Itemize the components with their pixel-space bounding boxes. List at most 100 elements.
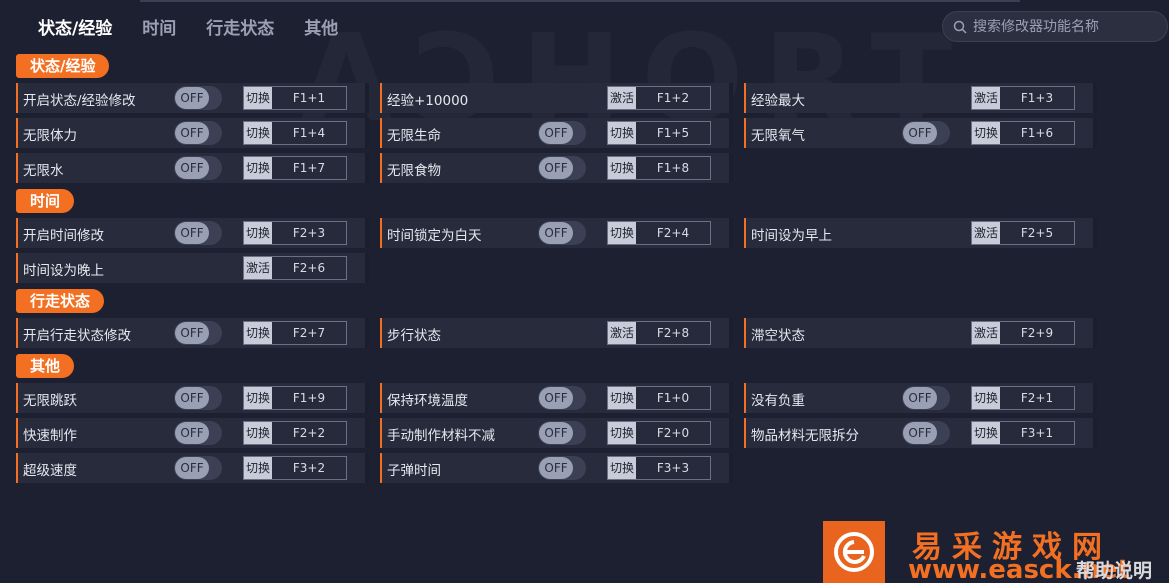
cheat-row: 无限跳跃 OFF 切换 F1+9 (16, 383, 369, 413)
cheat-row: 保持环境温度 OFF 切换 F1+0 (380, 383, 733, 413)
cheat-toggle[interactable]: OFF (174, 456, 222, 480)
cheat-toggle[interactable]: OFF (174, 156, 222, 180)
cheat-toggle[interactable]: OFF (538, 121, 586, 145)
cheat-row: 经验+10000 激活 F1+2 (380, 83, 733, 113)
cheat-toggle[interactable]: OFF (538, 456, 586, 480)
help-label[interactable]: 帮助说明 (1076, 556, 1152, 583)
cheat-row: 开启时间修改 OFF 切换 F2+3 (16, 218, 369, 248)
tab-walk-state[interactable]: 行走状态 (206, 14, 274, 39)
hotkey-field[interactable]: 激活 F1+3 (971, 86, 1075, 110)
hotkey-field[interactable]: 切换 F1+8 (607, 156, 711, 180)
hotkey-mode: 切换 (972, 422, 1000, 444)
cheat-toggle[interactable]: OFF (174, 86, 222, 110)
hotkey-value: F1+0 (636, 387, 710, 409)
toggle-state: OFF (539, 422, 573, 444)
cheat-label: 步行状态 (387, 328, 441, 344)
cheat-label: 无限水 (23, 163, 64, 179)
cheat-toggle[interactable]: OFF (538, 421, 586, 445)
hotkey-field[interactable]: 激活 F2+8 (607, 321, 711, 345)
cheat-toggle[interactable]: OFF (902, 386, 950, 410)
row-edge (729, 218, 733, 248)
hotkey-field[interactable]: 切换 F1+4 (243, 121, 347, 145)
hotkey-field[interactable]: 切换 F1+9 (243, 386, 347, 410)
row-edge (365, 418, 369, 448)
hotkey-value: F3+3 (636, 457, 710, 479)
hotkey-field[interactable]: 切换 F3+1 (971, 421, 1075, 445)
cheat-label: 时间设为早上 (751, 228, 832, 244)
cheat-label: 没有负重 (751, 393, 805, 409)
cheat-row: 快速制作 OFF 切换 F2+2 (16, 418, 369, 448)
hotkey-field[interactable]: 切换 F3+3 (607, 456, 711, 480)
hotkey-mode: 激活 (608, 87, 636, 109)
hotkey-field[interactable]: 激活 F2+6 (243, 256, 347, 280)
row-edge (365, 118, 369, 148)
toggle-state: OFF (539, 122, 573, 144)
cheat-toggle[interactable]: OFF (538, 156, 586, 180)
hotkey-field[interactable]: 激活 F2+5 (971, 221, 1075, 245)
cheat-row: 经验最大 激活 F1+3 (744, 83, 1097, 113)
toggle-state: OFF (903, 422, 937, 444)
hotkey-field[interactable]: 切换 F1+1 (243, 86, 347, 110)
row-edge (1093, 218, 1097, 248)
hotkey-value: F2+7 (272, 322, 346, 344)
cheat-row: 无限水 OFF 切换 F1+7 (16, 153, 369, 183)
cheat-toggle[interactable]: OFF (902, 421, 950, 445)
row-edge (729, 83, 733, 113)
hotkey-field[interactable]: 切换 F2+2 (243, 421, 347, 445)
hotkey-value: F2+1 (1000, 387, 1074, 409)
row-edge (365, 253, 369, 283)
section-header-other: 其他 (16, 354, 75, 378)
tab-other[interactable]: 其他 (304, 14, 338, 39)
row-edge (1093, 418, 1097, 448)
hotkey-field[interactable]: 切换 F2+0 (607, 421, 711, 445)
hotkey-mode: 切换 (608, 422, 636, 444)
row-edge (729, 453, 733, 483)
cheat-toggle[interactable]: OFF (538, 386, 586, 410)
hotkey-field[interactable]: 切换 F1+6 (971, 121, 1075, 145)
cheat-toggle[interactable]: OFF (902, 121, 950, 145)
search-box[interactable] (942, 11, 1168, 42)
hotkey-mode: 切换 (244, 322, 272, 344)
hotkey-field[interactable]: 切换 F3+2 (243, 456, 347, 480)
hotkey-value: F3+1 (1000, 422, 1074, 444)
cheat-toggle[interactable]: OFF (174, 121, 222, 145)
hotkey-field[interactable]: 切换 F1+7 (243, 156, 347, 180)
cheat-row: 无限体力 OFF 切换 F1+4 (16, 118, 369, 148)
hotkey-field[interactable]: 切换 F2+3 (243, 221, 347, 245)
cheat-toggle[interactable]: OFF (174, 421, 222, 445)
row-edge (365, 383, 369, 413)
search-icon (953, 20, 967, 34)
cheat-toggle[interactable]: OFF (174, 221, 222, 245)
cheat-toggle[interactable]: OFF (538, 221, 586, 245)
hotkey-mode: 切换 (972, 387, 1000, 409)
hotkey-field[interactable]: 切换 F1+5 (607, 121, 711, 145)
cheat-label: 超级速度 (23, 463, 77, 479)
cheat-label: 无限生命 (387, 128, 441, 144)
hotkey-value: F1+9 (272, 387, 346, 409)
cheat-toggle[interactable]: OFF (174, 321, 222, 345)
hotkey-field[interactable]: 切换 F2+7 (243, 321, 347, 345)
hotkey-value: F1+7 (272, 157, 346, 179)
search-input[interactable] (973, 18, 1163, 35)
hotkey-value: F1+2 (636, 87, 710, 109)
hotkey-mode: 切换 (244, 387, 272, 409)
top-divider (140, 0, 1020, 2)
hotkey-mode: 切换 (244, 87, 272, 109)
toggle-state: OFF (539, 457, 573, 479)
hotkey-field[interactable]: 切换 F2+4 (607, 221, 711, 245)
cheat-label: 时间设为晚上 (23, 263, 104, 279)
row-edge (729, 418, 733, 448)
row-edge (729, 318, 733, 348)
hotkey-field[interactable]: 激活 F2+9 (971, 321, 1075, 345)
hotkey-field[interactable]: 切换 F2+1 (971, 386, 1075, 410)
hotkey-value: F2+9 (1000, 322, 1074, 344)
cheat-label: 物品材料无限拆分 (751, 428, 859, 444)
cheat-label: 手动制作材料不减 (387, 428, 495, 444)
row-edge (365, 453, 369, 483)
tab-status-exp[interactable]: 状态/经验 (38, 14, 112, 39)
hotkey-field[interactable]: 激活 F1+2 (607, 86, 711, 110)
cheat-toggle[interactable]: OFF (174, 386, 222, 410)
hotkey-mode: 切换 (608, 222, 636, 244)
hotkey-field[interactable]: 切换 F1+0 (607, 386, 711, 410)
tab-time[interactable]: 时间 (142, 14, 176, 39)
